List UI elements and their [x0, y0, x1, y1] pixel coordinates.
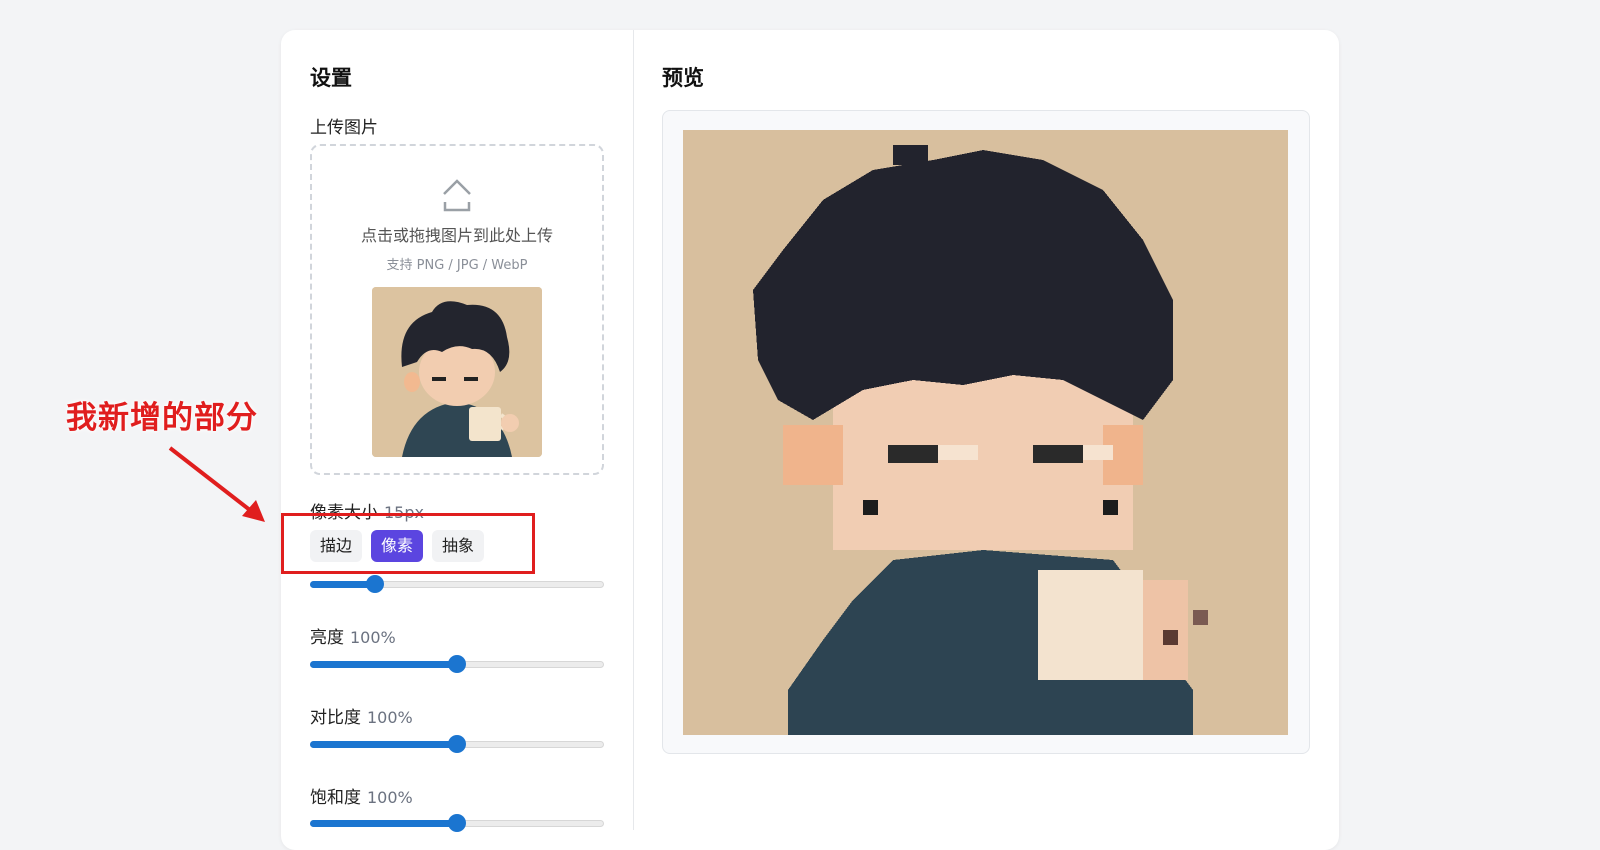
saturation-label-text: 饱和度: [310, 788, 361, 808]
panel-divider: [633, 30, 634, 830]
saturation-value: 100%: [367, 788, 413, 807]
saturation-slider[interactable]: [310, 814, 604, 832]
preview-title: 预览: [662, 66, 704, 90]
brightness-label: 亮度 100%: [310, 623, 396, 648]
annotation-arrow-icon: [168, 446, 265, 522]
brightness-label-text: 亮度: [310, 628, 344, 648]
contrast-slider-handle[interactable]: [448, 735, 466, 753]
upload-hint: 点击或拖拽图片到此处上传: [360, 226, 553, 245]
brightness-slider-handle[interactable]: [448, 655, 466, 673]
brightness-value: 100%: [350, 628, 396, 647]
contrast-label: 对比度 100%: [310, 703, 413, 728]
brightness-slider[interactable]: [310, 655, 604, 673]
upload-icon: [443, 179, 471, 212]
upload-label: 上传图片: [310, 118, 378, 138]
annotation-label: 我新增的部分: [66, 400, 258, 436]
upload-formats: 支持 PNG / JPG / WebP: [386, 258, 528, 273]
contrast-value: 100%: [367, 708, 413, 727]
pixel-size-slider[interactable]: [310, 575, 604, 593]
annotation-highlight-box: [281, 513, 535, 574]
pixelated-preview-image: [683, 130, 1288, 735]
contrast-label-text: 对比度: [310, 708, 361, 728]
contrast-slider[interactable]: [310, 735, 604, 753]
uploaded-image-thumbnail: [372, 287, 542, 457]
settings-title: 设置: [310, 66, 352, 90]
saturation-slider-handle[interactable]: [448, 814, 466, 832]
saturation-label: 饱和度 100%: [310, 783, 413, 808]
pixel-size-slider-handle[interactable]: [365, 575, 384, 593]
